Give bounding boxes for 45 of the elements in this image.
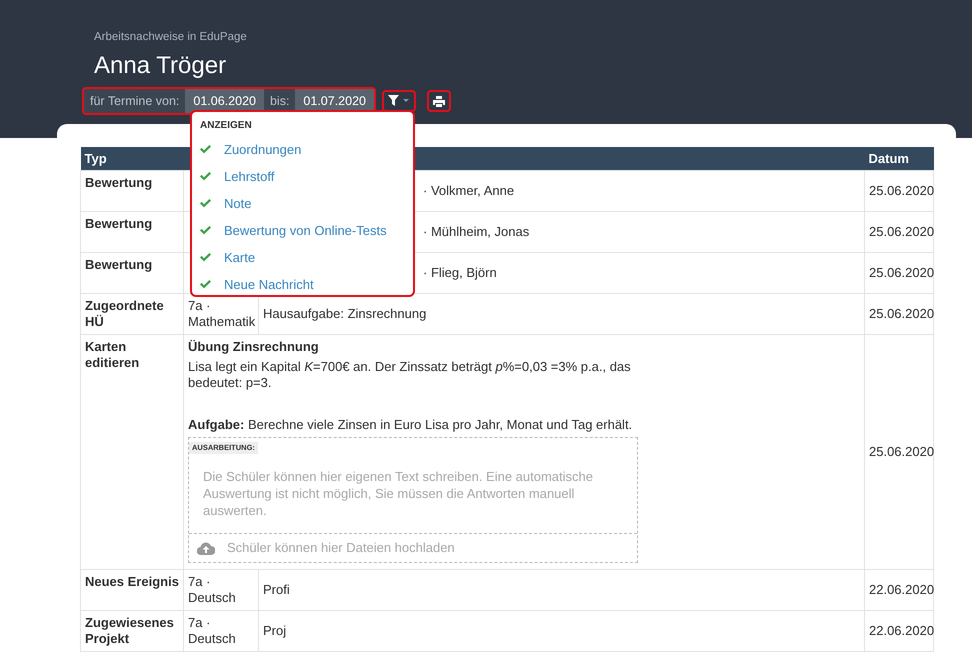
dropdown-heading: ANZEIGEN xyxy=(200,120,253,131)
page-title: Anna Tröger xyxy=(94,52,228,80)
type-cell-text: Karten editieren xyxy=(85,339,140,371)
cloud-upload-icon[interactable] xyxy=(197,542,215,554)
page-subtitle: Arbeitsnachweise in EduPage xyxy=(94,31,248,45)
print-button[interactable] xyxy=(426,90,451,112)
upload-hint[interactable]: Schüler können hier Dateien hochladen xyxy=(227,540,455,556)
type-cell: Bewertung xyxy=(85,216,152,232)
date-label: für Termine von: xyxy=(89,93,180,110)
column-header: Datum xyxy=(864,147,934,170)
type-cell-text: Zugeordnete HÜ xyxy=(85,298,165,330)
date-label: bis: xyxy=(268,93,290,110)
content-cell: Proj xyxy=(263,623,286,638)
type-cell: Bewertung xyxy=(85,257,152,273)
column-header: Typ xyxy=(80,147,184,170)
dropdown-item[interactable]: Zuordnungen xyxy=(224,142,302,157)
dropdown-item[interactable]: Lehrstoff xyxy=(224,169,274,184)
date-cell: 25.06.2020 xyxy=(869,306,934,321)
card-title: Übung Zinsrechnung xyxy=(188,339,320,355)
class-cell: 7a · Mathematik xyxy=(188,298,256,329)
answer-placeholder: Die Schüler können hier eigenen Text schreiben. Eine automatische Auswertung ist nicht möglich, Sie müssen die Antworten manuell auswerten. xyxy=(189,454,637,534)
dropdown-item[interactable]: Neue Nachricht xyxy=(224,277,314,292)
type-cell: Bewertung xyxy=(85,175,152,191)
dropdown-item[interactable]: Note xyxy=(224,196,252,211)
date-cell: 22.06.2020 xyxy=(869,582,934,597)
class-cell: 7a · Deutsch xyxy=(188,615,236,646)
date-cell: 25.06.2020 xyxy=(869,265,934,280)
date-cell: 25.06.2020 xyxy=(869,224,934,239)
content-cell: Hausaufgabe: Zinsrechnung xyxy=(263,306,426,321)
content-cell: Profi xyxy=(263,582,290,597)
card-text: Lisa legt ein Kapital K=700€ an. Der Zinssatz beträgt p%=0,03 =3% p.a., das bedeutet: p=3. xyxy=(188,359,632,391)
date-cell: 25.06.2020 xyxy=(869,183,934,198)
date-cell: 25.06.2020 xyxy=(869,444,934,459)
filter-icon xyxy=(388,95,410,107)
dropdown-item[interactable]: Bewertung von Online-Tests xyxy=(224,223,387,238)
content-cell: · Flieg, Björn xyxy=(423,265,497,281)
dropdown-item[interactable]: Karte xyxy=(224,250,256,265)
content-cell: · Volkmer, Anne xyxy=(423,183,514,199)
task-text: Aufgabe: Berechne viele Zinsen in Euro Lisa pro Jahr, Monat und Tag erhält. xyxy=(188,417,634,433)
type-cell: Neues Ereignis xyxy=(85,574,179,590)
class-cell: 7a · Deutsch xyxy=(188,574,236,605)
content-cell: · Mühlheim, Jonas xyxy=(423,224,530,240)
date-cell: 22.06.2020 xyxy=(869,623,934,638)
type-cell-text: Zugewiesenes Projekt xyxy=(85,615,175,647)
print-icon xyxy=(432,96,445,106)
